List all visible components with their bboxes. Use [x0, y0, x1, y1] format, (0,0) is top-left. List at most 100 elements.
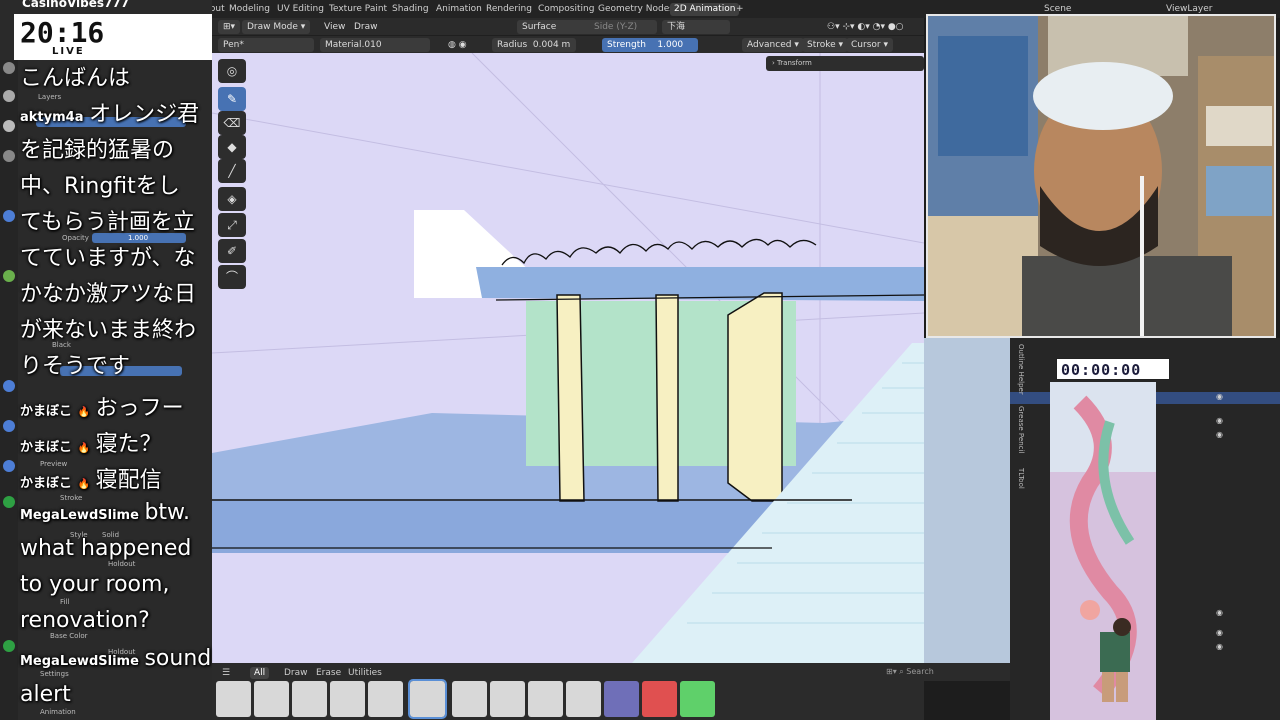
chat-username: MegaLewdSlime: [20, 508, 139, 523]
brush-asset[interactable]: [566, 681, 601, 717]
chevron-right-icon: ›: [772, 59, 775, 67]
scene-tab-icon[interactable]: [3, 150, 15, 162]
chat-line: alert: [20, 682, 71, 707]
brush-asset[interactable]: [254, 681, 289, 717]
shelf-tab-all[interactable]: All: [250, 667, 270, 679]
fill-tool-icon[interactable]: ◆: [218, 135, 246, 159]
brush-asset[interactable]: [490, 681, 525, 717]
surface-label: Surface: [522, 22, 557, 32]
transform-tool-icon[interactable]: ⤢: [218, 213, 246, 237]
foliage-sketch: [501, 238, 817, 266]
eye-icon[interactable]: ◉: [1216, 430, 1223, 439]
strength-field[interactable]: Strength 1.000: [602, 38, 698, 52]
eyedropper-tool-icon[interactable]: ✐: [218, 239, 246, 263]
chat-text: 寝配信: [95, 468, 162, 493]
line-tool-icon[interactable]: ╱: [218, 159, 246, 183]
live-label: LIVE: [52, 46, 85, 57]
user-avatar-icon: [3, 420, 15, 432]
add-workspace-button[interactable]: +: [732, 3, 748, 16]
chat-line: てもらう計画を立: [20, 210, 195, 235]
chat-username: aktym4a: [20, 110, 84, 125]
brush-asset-selected[interactable]: [408, 679, 447, 719]
brush-asset[interactable]: [216, 681, 251, 717]
cursor-dropdown[interactable]: Cursor ▾: [846, 38, 893, 52]
fire-icon: 🔥: [77, 407, 91, 418]
brush-asset[interactable]: [680, 681, 715, 717]
render-tab-icon[interactable]: [3, 90, 15, 102]
material-label: Material.010: [325, 40, 382, 50]
chat-message: かまぼこ 🔥 寝た？: [20, 426, 162, 458]
tool-tab-icon[interactable]: [3, 62, 15, 74]
clock-time: 20:16: [20, 16, 105, 49]
stroke-dropdown[interactable]: Stroke ▾: [802, 38, 849, 52]
eye-icon[interactable]: ◉: [1216, 608, 1223, 617]
mode-dropdown[interactable]: Draw Mode ▾: [242, 20, 311, 34]
chat-username: かまぼこ: [20, 440, 73, 455]
tab-2d-animation[interactable]: 2D Animation: [670, 3, 740, 16]
settings-label[interactable]: Settings: [40, 670, 69, 678]
view-menu[interactable]: View: [324, 20, 345, 34]
tab-shading[interactable]: Shading: [388, 3, 433, 16]
eye-icon[interactable]: ◉: [1216, 416, 1223, 425]
side-dropdown[interactable]: Side (Y-Z): [594, 20, 637, 34]
shelf-tab-draw[interactable]: Draw: [280, 667, 312, 679]
cursor-label: Cursor: [851, 40, 881, 50]
tab-uv-editing[interactable]: UV Editing: [273, 3, 328, 16]
brush-dropdown[interactable]: Pen*: [218, 38, 314, 52]
outline-helper-tab[interactable]: Outline Helper: [1013, 344, 1025, 395]
tab-animation[interactable]: Animation: [432, 3, 486, 16]
chat-username: かまぼこ: [20, 404, 73, 419]
shelf-tab-erase[interactable]: Erase: [312, 667, 345, 679]
editor-type-button[interactable]: ⊞▾: [218, 20, 241, 34]
holdout-label[interactable]: Holdout: [108, 560, 135, 568]
pillar-2: [655, 294, 679, 502]
user-avatar-icon: [3, 380, 15, 392]
overlay-icons[interactable]: ⚇▾ ⊹▾ ◐▾ ◔▾ ●○: [827, 20, 904, 34]
eye-icon[interactable]: ◉: [1216, 642, 1223, 651]
eye-icon[interactable]: ◉: [1216, 392, 1223, 401]
grid-view-icon[interactable]: ⊞▾: [886, 667, 897, 676]
scene-canvas[interactable]: [212, 53, 924, 663]
3d-viewport[interactable]: [212, 53, 924, 663]
curve-tool-icon[interactable]: ⌒: [218, 265, 246, 289]
brush-asset[interactable]: [330, 681, 365, 717]
tab-modeling[interactable]: Modeling: [225, 3, 274, 16]
eye-icon[interactable]: ◉: [1216, 628, 1223, 637]
transform-label: Transform: [777, 59, 812, 67]
object-tab-icon[interactable]: [3, 210, 15, 222]
draw-tool-icon[interactable]: ✎: [218, 87, 246, 111]
advanced-dropdown[interactable]: Advanced ▾: [742, 38, 804, 52]
material-icons[interactable]: ◍ ◉: [448, 38, 467, 52]
output-tab-icon[interactable]: [3, 120, 15, 132]
brush-asset[interactable]: [604, 681, 639, 717]
strength-value: 1.000: [657, 40, 684, 50]
cursor-tool-icon[interactable]: ◎: [218, 59, 246, 83]
tltool-tab[interactable]: TLTool: [1013, 468, 1025, 489]
brush-asset[interactable]: [368, 681, 403, 717]
brush-asset[interactable]: [452, 681, 487, 717]
3d-stroke-tool-icon[interactable]: ◈: [218, 187, 246, 211]
animation-label[interactable]: Animation: [40, 708, 76, 716]
tab-texture-paint[interactable]: Texture Paint: [325, 3, 391, 16]
brush-asset-shelf: ☰ All Draw Erase Utilities: [212, 663, 924, 720]
shelf-tab-utilities[interactable]: Utilities: [344, 667, 386, 679]
brush-asset[interactable]: [642, 681, 677, 717]
grease-pencil-tab[interactable]: Grease Pencil: [1013, 406, 1025, 453]
data-tab-icon[interactable]: [3, 270, 15, 282]
brush-asset[interactable]: [292, 681, 327, 717]
radius-field[interactable]: Radius 0.004 m: [492, 38, 576, 52]
shelf-search[interactable]: ⊞▾ ⌕ Search: [880, 663, 1010, 681]
tab-compositing[interactable]: Compositing: [534, 3, 598, 16]
layer-dropdown[interactable]: 下海: [662, 20, 730, 34]
shelf-menu-icon[interactable]: ☰: [218, 667, 234, 679]
tab-geometry-nodes[interactable]: Geometry Nodes: [594, 3, 678, 16]
transform-panel[interactable]: › Transform: [766, 56, 924, 71]
draw-menu[interactable]: Draw: [354, 20, 378, 34]
tab-rendering[interactable]: Rendering: [482, 3, 536, 16]
material-dropdown[interactable]: Material.010: [320, 38, 430, 52]
fill-section-label[interactable]: Fill: [60, 598, 69, 606]
erase-tool-icon[interactable]: ⌫: [218, 111, 246, 135]
chat-username: かまぼこ: [20, 476, 73, 491]
channel-name: CasinoVibes777: [22, 0, 130, 10]
brush-asset[interactable]: [528, 681, 563, 717]
